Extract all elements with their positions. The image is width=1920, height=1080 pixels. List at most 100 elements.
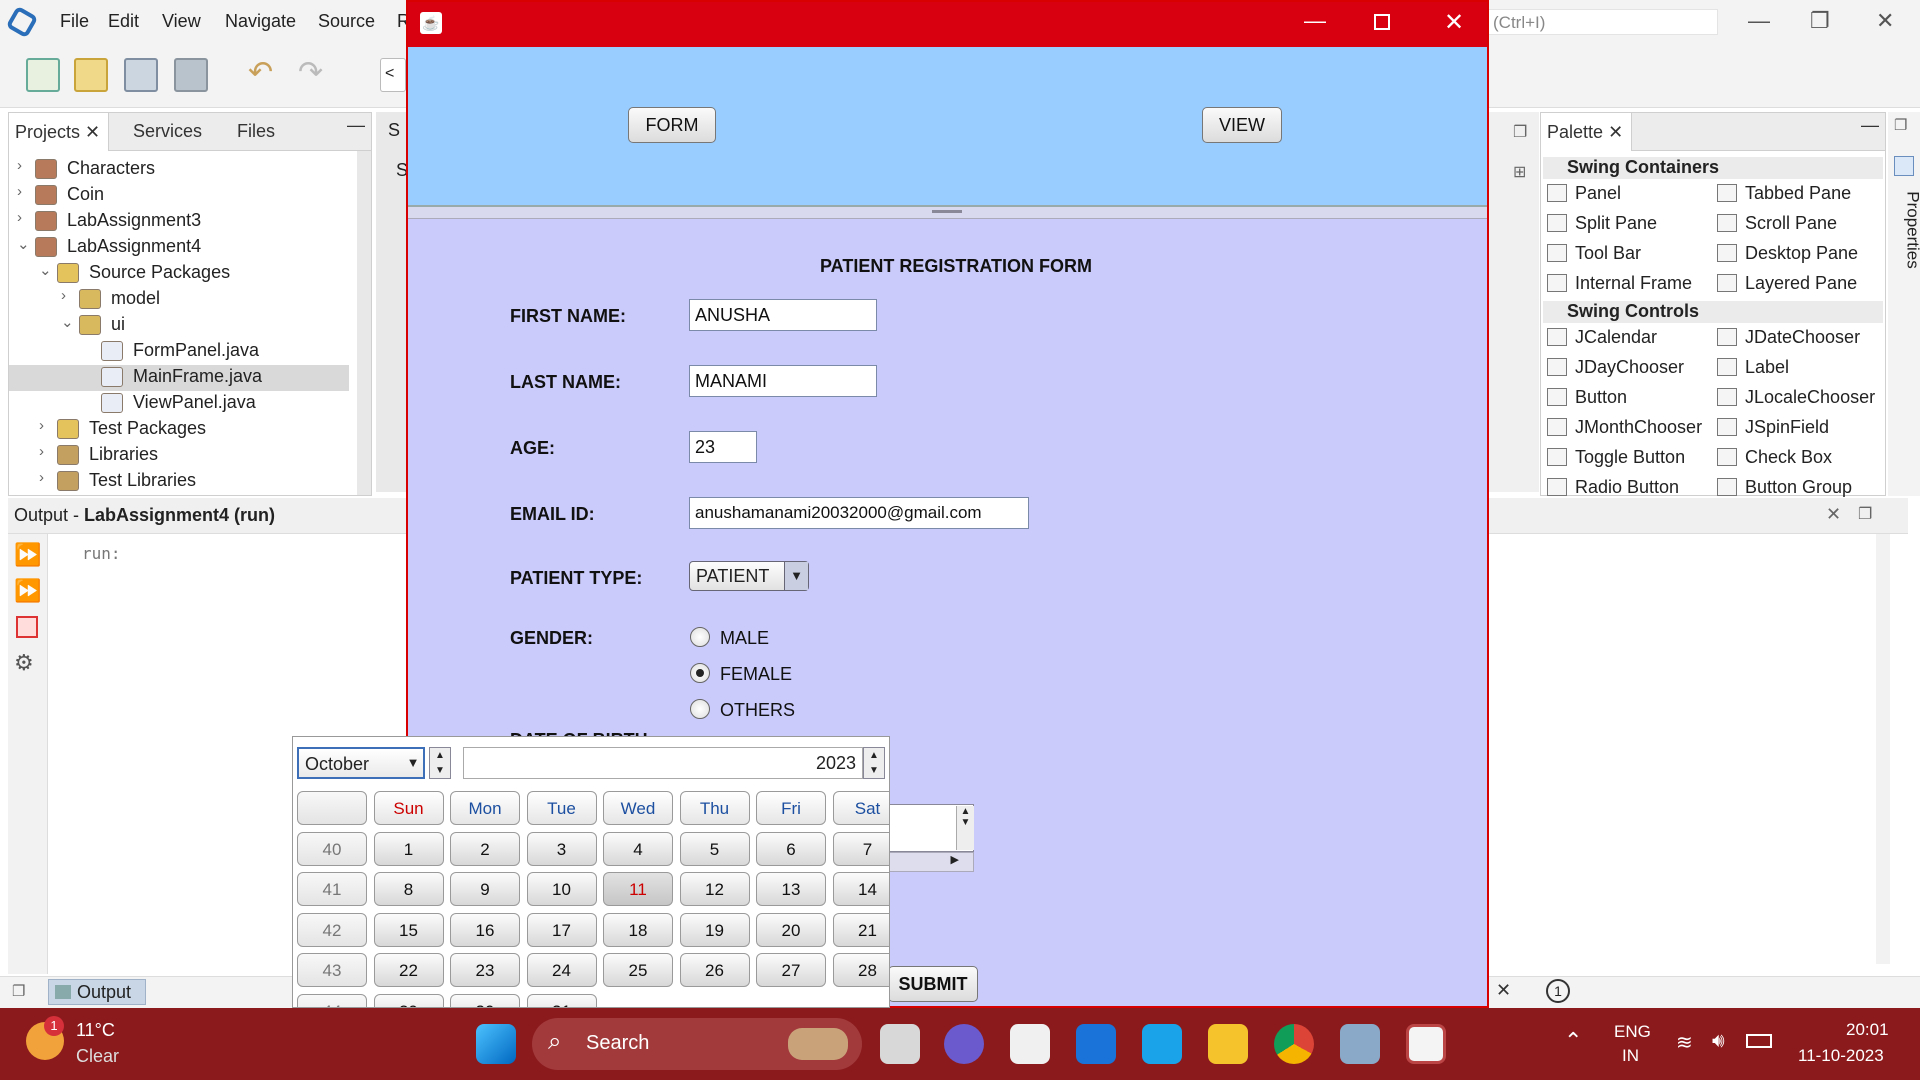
gender-male-label[interactable]: MALE	[720, 628, 769, 649]
output-bottom-tab[interactable]: Output	[48, 979, 146, 1005]
palette-item-tool-bar[interactable]: Tool Bar	[1547, 243, 1641, 264]
palette-item-layered-pane[interactable]: Layered Pane	[1717, 273, 1857, 294]
day-cell[interactable]: 17	[526, 912, 597, 947]
day-cell[interactable]: 4	[603, 831, 673, 866]
wifi-icon[interactable]: ≋	[1676, 1030, 1693, 1055]
menu-navigate[interactable]: Navigate	[225, 11, 296, 32]
day-cell[interactable]: 27	[756, 953, 826, 987]
horizontal-scrollbar[interactable]: ▶	[888, 852, 974, 872]
day-cell[interactable]: 19	[679, 912, 750, 947]
palette-item-panel[interactable]: Panel	[1547, 183, 1621, 204]
palette-item-check-box[interactable]: Check Box	[1717, 447, 1832, 468]
tree-item[interactable]: ⌄ Source Packages	[9, 261, 349, 287]
tree-item[interactable]: › Characters	[9, 157, 349, 183]
menu-file[interactable]: File	[60, 11, 89, 32]
gender-female-label[interactable]: FEMALE	[720, 664, 792, 685]
palette-item-jmonthchooser[interactable]: JMonthChooser	[1547, 417, 1702, 438]
day-cell[interactable]: 2	[450, 831, 520, 866]
tree-item[interactable]: ⌄ ui	[9, 313, 349, 339]
palette-item-internal-frame[interactable]: Internal Frame	[1547, 273, 1692, 294]
close-icon[interactable]: ✕	[1826, 504, 1841, 525]
nav-back-button[interactable]: <	[380, 58, 406, 92]
day-cell[interactable]: 10	[526, 872, 597, 906]
teams-chat-icon[interactable]	[944, 1024, 984, 1064]
tree-expand-icon[interactable]: ›	[39, 417, 44, 434]
file-explorer-icon[interactable]	[1208, 1024, 1248, 1064]
tree-item[interactable]: › Test Libraries	[9, 469, 349, 495]
day-cell[interactable]: 22	[373, 953, 444, 987]
tree-item[interactable]: MainFrame.java	[9, 365, 349, 391]
volume-icon[interactable]: 🔊︎	[1712, 1030, 1725, 1053]
menu-view[interactable]: View	[162, 11, 201, 32]
patient-type-select[interactable]: PATIENT ▼	[689, 561, 809, 591]
clock-time[interactable]: 20:01	[1846, 1020, 1889, 1040]
palette-item-radio-button[interactable]: Radio Button	[1547, 477, 1679, 498]
palette-section-containers[interactable]: Swing Containers	[1543, 157, 1883, 179]
split-pane-divider[interactable]	[408, 207, 1487, 219]
palette-item-jcalendar[interactable]: JCalendar	[1547, 327, 1657, 348]
day-cell[interactable]: 28	[832, 953, 889, 987]
day-cell[interactable]: 6	[756, 831, 826, 866]
redo-icon[interactable]: ↷	[298, 58, 332, 92]
tree-expand-icon[interactable]: ⌄	[61, 313, 74, 331]
gender-others-label[interactable]: OTHERS	[720, 700, 795, 721]
ide-search-input[interactable]: (Ctrl+I)	[1488, 9, 1718, 35]
day-cell[interactable]: 7	[832, 831, 889, 866]
mail-icon[interactable]	[1076, 1024, 1116, 1064]
tree-item[interactable]: ViewPanel.java	[9, 391, 349, 417]
submit-button[interactable]: SUBMIT	[888, 966, 978, 1002]
properties-side-tab[interactable]: ❐ Properties	[1888, 112, 1920, 496]
palette-item-tabbed-pane[interactable]: Tabbed Pane	[1717, 183, 1851, 204]
chevron-up-icon[interactable]: ⌃	[1564, 1028, 1582, 1054]
day-cell[interactable]: 13	[756, 872, 826, 906]
gender-others-radio[interactable]	[690, 699, 710, 719]
ide-restore-icon[interactable]: ❐	[1810, 8, 1830, 34]
menu-edit[interactable]: Edit	[108, 11, 139, 32]
save-all-icon[interactable]	[174, 58, 208, 92]
palette-item-label[interactable]: Label	[1717, 357, 1789, 378]
day-cell[interactable]: 5	[679, 831, 750, 866]
day-cell[interactable]: 16	[450, 912, 520, 947]
day-cell[interactable]: 29	[373, 993, 444, 1007]
clock-date[interactable]: 11-10-2023	[1798, 1046, 1884, 1066]
launcher-l-icon[interactable]	[1142, 1024, 1182, 1064]
tree-item[interactable]: › model	[9, 287, 349, 313]
tree-expand-icon[interactable]: ›	[17, 157, 22, 174]
palette-item-scroll-pane[interactable]: Scroll Pane	[1717, 213, 1837, 234]
day-cell[interactable]: 26	[679, 953, 750, 987]
netbeans-icon[interactable]	[1340, 1024, 1380, 1064]
day-cell[interactable]: 8	[373, 872, 444, 906]
palette-item-jdaychooser[interactable]: JDayChooser	[1547, 357, 1684, 378]
first-name-field[interactable]: ANUSHA	[689, 299, 877, 331]
ide-close-icon[interactable]: ✕	[1876, 8, 1894, 34]
palette-item-split-pane[interactable]: Split Pane	[1547, 213, 1657, 234]
new-file-icon[interactable]	[26, 58, 60, 92]
month-spinner[interactable]: ▲ ▼	[429, 747, 451, 779]
menu-source[interactable]: Source	[318, 11, 375, 32]
chevron-down-icon[interactable]: ▼	[403, 749, 423, 777]
email-field[interactable]: anushamanami20032000@gmail.com	[689, 497, 1029, 529]
age-field[interactable]: 23	[689, 431, 757, 463]
textarea-scrollbar[interactable]: ▲ ▼	[956, 806, 974, 850]
palette-section-controls[interactable]: Swing Controls	[1543, 301, 1883, 323]
palette-item-toggle-button[interactable]: Toggle Button	[1547, 447, 1685, 468]
tree-scrollbar[interactable]	[357, 151, 371, 495]
palette-item-jdatechooser[interactable]: JDateChooser	[1717, 327, 1860, 348]
output-scrollbar[interactable]	[1876, 534, 1890, 964]
undo-icon[interactable]: ↶	[248, 58, 282, 92]
settings-icon[interactable]: ⚙	[14, 650, 34, 676]
properties-label[interactable]: Properties	[1903, 191, 1920, 268]
day-cell[interactable]: 25	[603, 953, 673, 987]
tree-item[interactable]: › Test Packages	[9, 417, 349, 443]
chrome-icon[interactable]	[1274, 1024, 1314, 1064]
month-select[interactable]: October ▼	[297, 747, 425, 779]
tree-expand-icon[interactable]: ›	[17, 209, 22, 226]
tree-item[interactable]: › Coin	[9, 183, 349, 209]
last-name-field[interactable]: MANAMI	[689, 365, 877, 397]
day-cell[interactable]: 21	[832, 912, 889, 947]
maximize-icon[interactable]: ❐	[1858, 504, 1872, 524]
tree-item[interactable]: FormPanel.java	[9, 339, 349, 365]
tab-files[interactable]: Files	[237, 121, 275, 142]
grid-icon[interactable]: ⊞	[1513, 162, 1526, 182]
new-project-icon[interactable]	[74, 58, 108, 92]
